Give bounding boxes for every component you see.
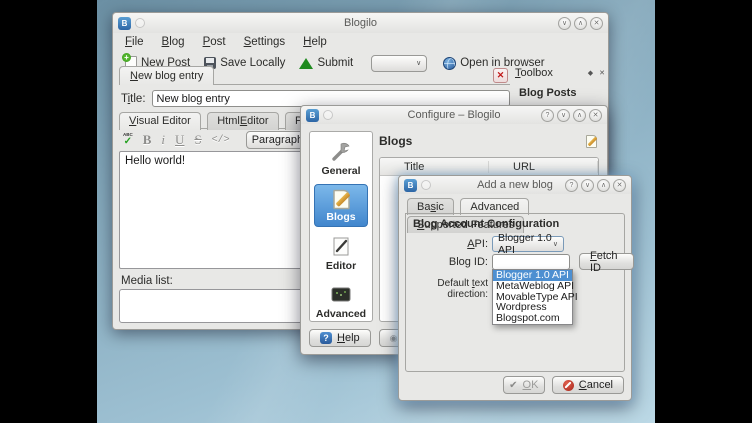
bold-icon[interactable]: B [143,132,152,148]
sidebar-item-blogs[interactable]: Blogs [314,184,368,227]
italic-icon[interactable]: i [161,132,165,148]
maximize-icon[interactable]: ∧ [597,179,610,192]
page-title: Blogs [379,134,412,148]
menu-post[interactable]: Post [203,36,226,48]
note-pencil-icon [330,188,353,211]
tab-visual-editor[interactable]: Visual Editor [119,112,201,130]
maximize-icon[interactable]: ∧ [573,109,586,122]
underline-icon[interactable]: U [175,132,184,148]
close-icon[interactable]: ✕ [613,179,626,192]
help-button[interactable]: ? Help [309,329,371,347]
tab-new-blog-entry[interactable]: New blog entry [119,66,214,85]
add-blog-dialog: B Add a new blog ? ∨ ∧ ✕ Basic Advanced … [398,175,632,401]
edit-blog-icon[interactable] [584,134,599,149]
check-icon: ✔ [509,380,517,391]
tab-html-editor[interactable]: Html Editor [207,112,278,130]
chevron-down-icon: ∨ [553,240,558,248]
add-blog-tabbar: Basic Advanced Supported Features [407,197,631,214]
api-label: API: [410,238,488,250]
editor-paper-icon [329,235,353,259]
screen: B Blogilo ∨ ∧ ✕ File Blog Post Settings … [0,0,752,423]
api-dropdown-list: Blogger 1.0 API MetaWeblog API MovableTy… [492,269,573,325]
float-panel-icon[interactable]: ◆ [588,69,593,77]
sidebar-item-editor[interactable]: Editor [314,231,368,275]
dropdown-option[interactable]: MetaWeblog API [493,281,572,292]
configure-sidebar: General Blogs Editor [309,131,373,322]
maximize-icon[interactable]: ∧ [574,17,587,30]
blog-id-input[interactable] [492,254,570,270]
close-icon[interactable]: ✕ [589,109,602,122]
entry-tabbar: New blog entry ✕ [119,66,510,85]
advanced-tab-panel: Blog Account Configuration API: Blogger … [405,213,625,372]
menu-file[interactable]: File [125,36,144,48]
strikethrough-icon[interactable]: S [194,132,201,148]
sidebar-item-advanced[interactable]: Advanced [314,279,368,323]
minimize-icon[interactable]: ∨ [558,17,571,30]
cancel-icon [563,380,574,391]
close-panel-icon[interactable]: ✕ [599,69,605,77]
close-tab-icon[interactable]: ✕ [493,68,508,83]
desktop-wallpaper: B Blogilo ∨ ∧ ✕ File Blog Post Settings … [97,0,655,423]
configure-titlebar[interactable]: B Configure – Blogilo ? ∨ ∧ ✕ [301,106,607,124]
ok-button[interactable]: ✔ OK [503,376,545,394]
minimize-icon[interactable]: ∨ [581,179,594,192]
window-title: Blogilo [113,17,608,29]
code-icon[interactable]: </> [212,135,230,146]
blog-posts-heading: Blog Posts [519,87,605,99]
api-combobox[interactable]: Blogger 1.0 API ∨ [492,236,564,252]
section-heading: Blog Account Configuration [413,218,559,230]
column-header-title[interactable]: Title [380,161,489,173]
sidebar-item-general[interactable]: General [314,136,368,180]
title-label: Title: [121,93,146,105]
add-blog-titlebar[interactable]: B Add a new blog ? ∨ ∧ ✕ [399,176,631,194]
wrench-icon: ◉ [390,333,398,344]
help-icon[interactable]: ? [541,109,554,122]
menubar: File Blog Post Settings Help [113,33,608,50]
toolbox-title: Toolbox [515,67,553,79]
terminal-icon [329,283,353,307]
fetch-id-button[interactable]: Fetch ID [579,253,634,270]
blog-id-label: Blog ID: [410,256,488,268]
text-direction-label: Default text direction: [404,278,488,300]
dropdown-option[interactable]: Blogspot.com [493,313,572,324]
menu-settings[interactable]: Settings [244,36,286,48]
close-icon[interactable]: ✕ [590,17,603,30]
help-icon[interactable]: ? [565,179,578,192]
spellcheck-icon[interactable]: ABC ✓ [123,133,133,147]
wrench-icon [329,140,353,164]
column-header-url[interactable]: URL [489,161,598,173]
menu-help[interactable]: Help [303,36,327,48]
cancel-button[interactable]: Cancel [552,376,624,394]
main-titlebar[interactable]: B Blogilo ∨ ∧ ✕ [113,13,608,33]
minimize-icon[interactable]: ∨ [557,109,570,122]
help-icon: ? [320,332,332,344]
menu-blog[interactable]: Blog [162,36,185,48]
